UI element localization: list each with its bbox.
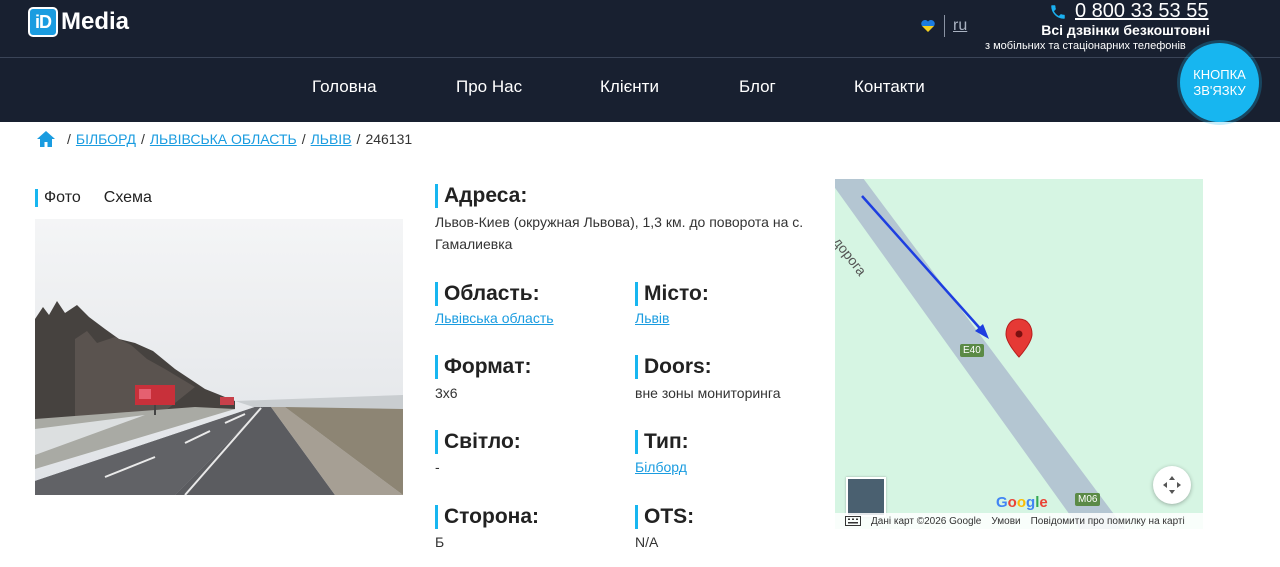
tab-photo[interactable]: Фото <box>35 189 81 207</box>
breadcrumb-separator: / <box>301 131 306 147</box>
logo-mark: iD <box>28 7 58 37</box>
ukraine-heart-icon <box>921 20 935 32</box>
logo[interactable]: iD Media <box>28 7 129 37</box>
billboard-photo[interactable] <box>35 219 403 495</box>
city-label: Місто: <box>635 282 709 306</box>
home-icon[interactable] <box>36 130 56 148</box>
format-value: 3x6 <box>435 385 458 401</box>
map-footer: Дані карт ©2026 Google Умови Повідомити … <box>835 513 1203 529</box>
side-label: Сторона: <box>435 505 539 529</box>
map[interactable]: ва дорога E40 M06 Google Дані карт ©2026… <box>835 179 1203 529</box>
language-switcher: ru <box>920 15 967 37</box>
doors-value: вне зоны мониторинга <box>635 385 781 401</box>
road-badge-m06: M06 <box>1075 493 1101 506</box>
address-value: Львов-Киев (окружная Львова), 1,3 км. до… <box>435 214 804 252</box>
breadcrumb: / БІЛБОРД / ЛЬВІВСЬКА ОБЛАСТЬ / ЛЬВІВ / … <box>36 130 412 148</box>
breadcrumb-city[interactable]: ЛЬВІВ <box>311 131 352 147</box>
light-value: - <box>435 459 440 475</box>
format-label: Формат: <box>435 355 532 379</box>
breadcrumb-separator: / <box>356 131 361 147</box>
breadcrumb-billboard[interactable]: БІЛБОРД <box>76 131 136 147</box>
phone-block[interactable]: 0 800 33 53 55 <box>1049 0 1208 23</box>
free-calls-subtext: з мобільних та стаціонарних телефонів <box>985 40 1186 52</box>
ots-value: N/A <box>635 534 659 550</box>
top-bar: iD Media ru 0 800 33 53 55 Всі дзвінки б… <box>0 0 1280 57</box>
nav-item-blog[interactable]: Блог <box>739 77 776 97</box>
photo-tabs: Фото Схема <box>35 189 166 207</box>
type-label: Тип: <box>635 430 689 454</box>
region-link[interactable]: Львівська область <box>435 307 554 329</box>
contact-button-line1: КНОПКА <box>1193 67 1246 82</box>
nav-item-about[interactable]: Про Нас <box>456 77 522 97</box>
contact-button[interactable]: КНОПКА ЗВ'ЯЗКУ <box>1180 43 1259 122</box>
phone-number-link[interactable]: 0 800 33 53 55 <box>1075 0 1208 23</box>
keyboard-icon[interactable] <box>845 516 861 526</box>
doors-label: Doors: <box>635 355 712 379</box>
lang-ru-link[interactable]: ru <box>953 17 967 35</box>
region-label: Область: <box>435 282 540 306</box>
fullscreen-arrows-icon <box>1163 476 1181 494</box>
type-link[interactable]: Білборд <box>635 456 687 478</box>
side-value: Б <box>435 534 445 550</box>
breadcrumb-separator: / <box>140 131 145 147</box>
map-satellite-toggle[interactable] <box>846 477 886 517</box>
phone-icon <box>1051 4 1065 19</box>
map-fullscreen-button[interactable] <box>1153 466 1191 504</box>
free-calls-text: Всі дзвінки безкоштовні <box>1041 22 1210 38</box>
roadside-photo-image <box>35 219 403 495</box>
tab-scheme[interactable]: Схема <box>95 189 152 207</box>
nav-item-clients[interactable]: Клієнти <box>600 77 659 97</box>
road-badge-e40: E40 <box>960 344 984 357</box>
logo-text: Media <box>61 8 130 35</box>
main-nav: Головна Про Нас Клієнти Блог Контакти <box>0 57 1280 122</box>
breadcrumb-current: 246131 <box>365 131 413 147</box>
light-label: Світло: <box>435 430 521 454</box>
map-terms-link[interactable]: Умови <box>991 516 1020 527</box>
address-label: Адреса: <box>435 184 527 208</box>
contact-button-line2: ЗВ'ЯЗКУ <box>1193 83 1246 98</box>
ots-label: OTS: <box>635 505 694 529</box>
map-canvas <box>835 179 1125 529</box>
breadcrumb-region[interactable]: ЛЬВІВСЬКА ОБЛАСТЬ <box>150 131 297 147</box>
lang-divider <box>944 15 945 37</box>
nav-item-home[interactable]: Головна <box>312 77 377 97</box>
map-data-credit: Дані карт ©2026 Google <box>871 515 982 527</box>
city-link[interactable]: Львів <box>635 307 669 329</box>
nav-item-contacts[interactable]: Контакти <box>854 77 925 97</box>
map-report-link[interactable]: Повідомити про помилку на карті <box>1031 516 1185 527</box>
google-logo: Google <box>996 494 1048 511</box>
breadcrumb-separator: / <box>67 131 71 147</box>
